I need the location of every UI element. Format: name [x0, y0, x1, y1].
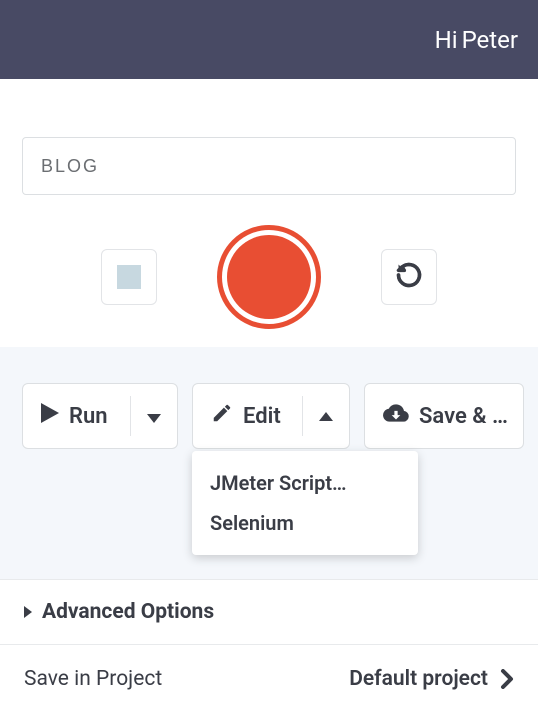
advanced-options-label: Advanced Options: [42, 600, 214, 624]
run-label: Run: [69, 404, 108, 429]
advanced-options-toggle[interactable]: Advanced Options: [0, 579, 538, 645]
save-button[interactable]: Save & Run: [364, 383, 524, 449]
play-icon: [41, 403, 59, 429]
dropdown-caret-icon[interactable]: [147, 414, 161, 423]
dropdown-caret-up-icon[interactable]: [319, 412, 333, 421]
recorder-controls: [0, 225, 538, 329]
edit-menu-item-jmeter[interactable]: JMeter Script…: [192, 463, 418, 503]
project-row: Save in Project Default project: [0, 645, 538, 713]
chevron-right-icon: [500, 669, 514, 689]
project-value: Default project: [349, 667, 488, 691]
pencil-icon: [211, 402, 233, 430]
record-button[interactable]: [217, 225, 321, 329]
edit-button[interactable]: Edit: [192, 383, 350, 449]
greeting-text: Hi: [435, 26, 458, 54]
edit-label: Edit: [243, 404, 281, 429]
record-icon: [227, 235, 311, 319]
edit-menu-item-selenium[interactable]: Selenium: [192, 503, 418, 543]
caret-right-icon: [24, 606, 32, 618]
username-text: Peter: [462, 26, 518, 54]
save-label: Save & Run: [419, 404, 509, 429]
project-selector[interactable]: Default project: [349, 667, 514, 691]
reset-button[interactable]: [381, 249, 437, 305]
run-button[interactable]: Run: [22, 383, 178, 449]
undo-icon: [395, 261, 423, 293]
action-bar: Run Edit Save & Run JMeter Script… Selen…: [0, 347, 538, 579]
stop-icon: [117, 265, 141, 289]
stop-button[interactable]: [101, 249, 157, 305]
separator: [130, 396, 131, 436]
edit-dropdown: JMeter Script… Selenium: [192, 451, 418, 555]
save-in-project-label: Save in Project: [24, 667, 162, 691]
separator: [302, 396, 303, 436]
test-name-input[interactable]: [22, 137, 516, 195]
name-field-wrap: [0, 79, 538, 195]
app-header: Hi Peter: [0, 0, 538, 79]
cloud-download-icon: [383, 402, 409, 430]
